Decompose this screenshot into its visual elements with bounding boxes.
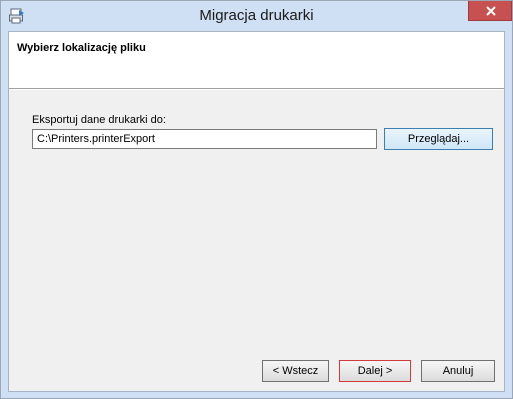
export-path-input[interactable] (32, 129, 377, 149)
browse-button[interactable]: Przeglądaj... (384, 128, 493, 150)
wizard-header: Wybierz lokalizację pliku (9, 32, 504, 88)
window-title: Migracja drukarki (199, 7, 314, 24)
back-button[interactable]: < Wstecz (262, 360, 329, 382)
wizard-window: Migracja drukarki Wybierz lokalizację pl… (0, 0, 513, 399)
header-divider (9, 88, 504, 90)
close-icon (486, 6, 496, 16)
page-title: Wybierz lokalizację pliku (17, 42, 146, 54)
title-bar[interactable]: Migracja drukarki (1, 1, 512, 31)
cancel-button[interactable]: Anuluj (421, 360, 495, 382)
wizard-content: Wybierz lokalizację pliku Eksportuj dane… (8, 31, 505, 392)
next-button[interactable]: Dalej > (339, 360, 411, 382)
export-path-label: Eksportuj dane drukarki do: (32, 114, 166, 126)
close-button[interactable] (468, 1, 512, 21)
